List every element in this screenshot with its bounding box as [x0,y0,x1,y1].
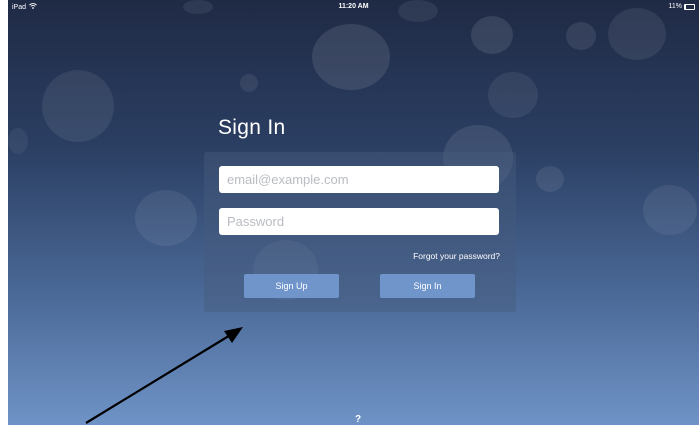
annotation-arrow-icon [85,327,243,424]
